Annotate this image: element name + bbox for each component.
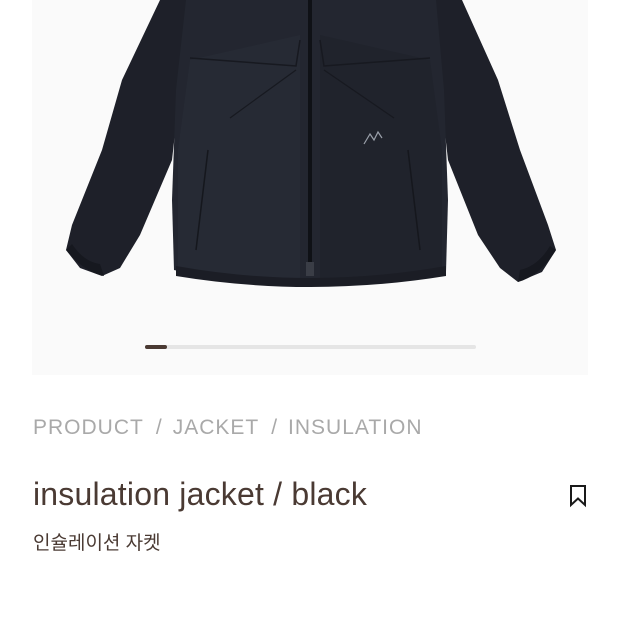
product-subtitle: 인슐레이션 자켓 [33, 533, 161, 554]
product-image [66, 0, 556, 287]
breadcrumb-item-product[interactable]: PRODUCT [33, 416, 144, 439]
image-slider-thumb[interactable] [145, 345, 167, 349]
breadcrumb-item-insulation[interactable]: INSULATION [288, 416, 422, 439]
product-title: insulation jacket / black [33, 476, 368, 512]
breadcrumb-separator: / [155, 416, 163, 439]
product-page: PRODUCT / JACKET / INSULATION insulation jac… [0, 0, 620, 620]
image-slider-track[interactable] [145, 345, 476, 349]
breadcrumb: PRODUCT / JACKET / INSULATION [33, 416, 423, 440]
bookmark-button[interactable] [568, 484, 588, 508]
bookmark-icon [570, 485, 586, 508]
product-image-gallery[interactable] [32, 0, 588, 375]
breadcrumb-item-jacket[interactable]: JACKET [173, 416, 260, 439]
breadcrumb-separator: / [271, 416, 279, 439]
